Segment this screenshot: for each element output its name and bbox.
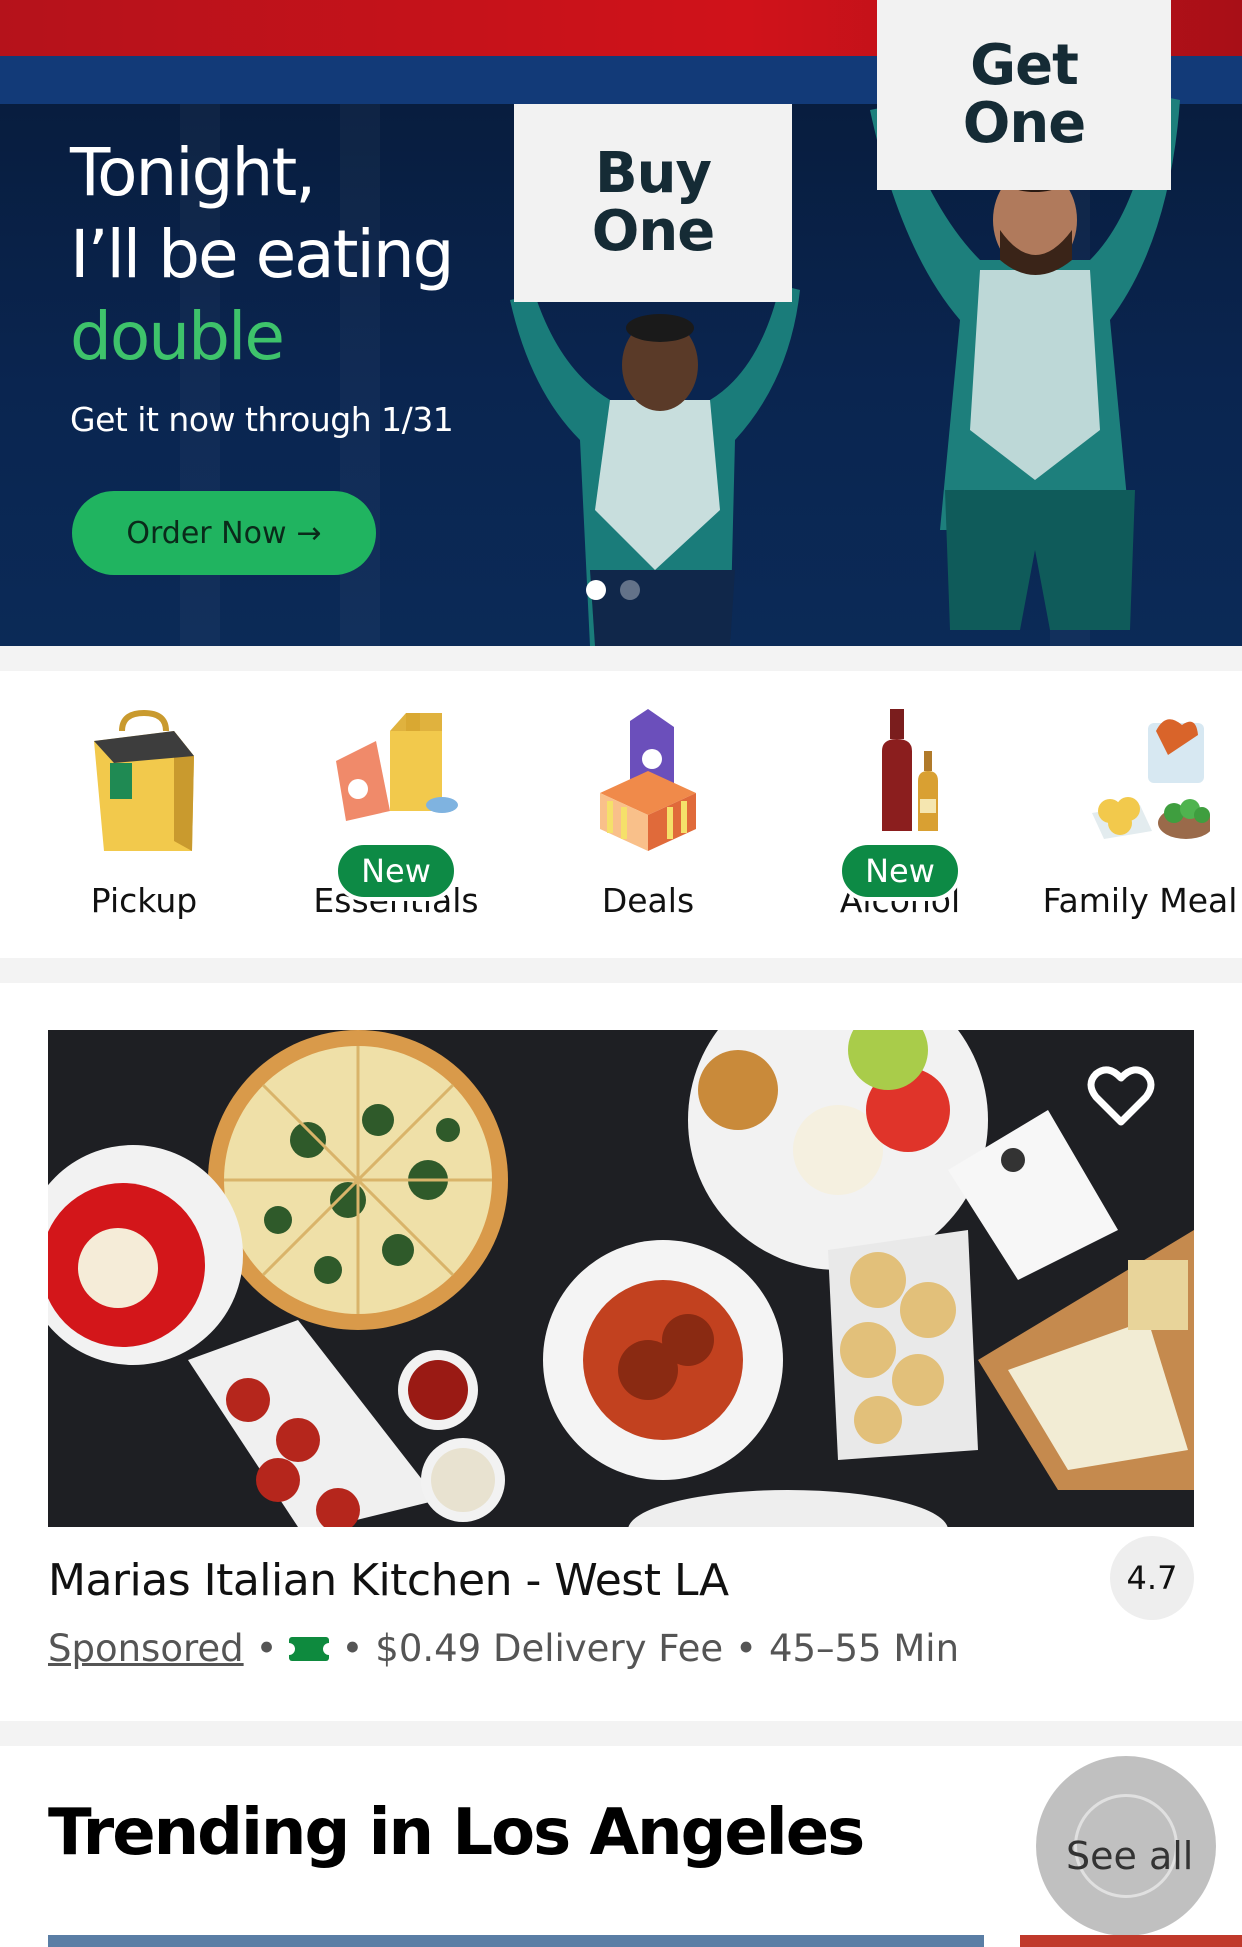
separator-dot: • — [735, 1627, 757, 1670]
headline-line-2: I’ll be eating — [70, 216, 455, 293]
carousel-dot[interactable] — [620, 580, 640, 600]
headline-line-1: Tonight, — [70, 134, 316, 211]
restaurant-meta: Sponsored • • $0.49 Delivery Fee • 45–55… — [48, 1627, 959, 1670]
trending-card-thumbnail[interactable] — [1020, 1935, 1242, 1947]
restaurant-image[interactable] — [48, 1030, 1194, 1527]
arrow-right-icon: → — [296, 515, 322, 551]
category-deals[interactable]: Deals — [548, 701, 748, 920]
separator-dot: • — [255, 1627, 278, 1670]
ticket-icon — [283, 1636, 336, 1661]
section-title: Trending in Los Angeles — [48, 1796, 865, 1870]
deals-tag-icon — [578, 701, 718, 861]
athlete-illustration-left — [510, 285, 800, 646]
rating-badge: 4.7 — [1110, 1536, 1194, 1620]
category-label: Deals — [601, 881, 695, 920]
separator-dot: • — [341, 1627, 364, 1670]
essentials-icon: New — [326, 701, 466, 901]
new-badge: New — [334, 841, 458, 901]
buy-one-sign: Buy One — [514, 104, 792, 302]
banner-headline: Tonight, I’ll be eating double Get it no… — [70, 132, 455, 439]
trending-section: Trending in Los Angeles See all — [0, 1746, 1242, 1947]
sponsored-link[interactable]: Sponsored — [48, 1627, 244, 1670]
see-all-button[interactable]: See all — [1066, 1834, 1193, 1878]
headline-line-3: double — [70, 298, 285, 375]
heart-icon[interactable] — [1086, 1062, 1156, 1132]
wine-bottle-icon: New — [830, 701, 970, 901]
category-label: Family Meal — [1042, 881, 1238, 920]
sign-get-text: Get — [970, 33, 1079, 98]
new-badge: New — [838, 841, 962, 901]
banner-subtitle: Get it now through 1/31 — [70, 400, 454, 439]
shopping-bag-icon — [74, 701, 214, 861]
sign-buy-text: Buy — [594, 141, 712, 206]
carousel-dot-active[interactable] — [586, 580, 606, 600]
category-family-meal[interactable]: Family Meal — [1040, 701, 1240, 920]
delivery-fee: $0.49 Delivery Fee — [375, 1627, 724, 1670]
delivery-time: 45–55 Min — [768, 1627, 960, 1670]
category-pickup[interactable]: Pickup — [44, 701, 244, 920]
order-now-button[interactable]: Order Now → — [72, 491, 376, 575]
get-one-sign: Get One — [877, 0, 1171, 190]
promo-banner[interactable]: Tonight, I’ll be eating double Get it no… — [0, 0, 1242, 646]
family-meal-icon — [1070, 701, 1214, 861]
app-screen: Tonight, I’ll be eating double Get it no… — [0, 0, 1242, 1947]
restaurant-card[interactable]: 4.7 Marias Italian Kitchen - West LA Spo… — [0, 983, 1242, 1721]
category-shortcuts: Pickup New Essentials — [0, 671, 1242, 958]
category-essentials[interactable]: New Essentials — [296, 701, 496, 920]
trending-card-thumbnail[interactable] — [48, 1935, 984, 1947]
category-label: Pickup — [90, 881, 198, 920]
restaurant-name[interactable]: Marias Italian Kitchen - West LA — [48, 1555, 729, 1606]
carousel-indicator[interactable] — [586, 580, 640, 600]
sign-one-text: One — [962, 91, 1086, 156]
order-now-label: Order Now — [126, 515, 287, 551]
category-alcohol[interactable]: New Alcohol — [800, 701, 1000, 920]
sign-one-text: One — [591, 199, 715, 264]
